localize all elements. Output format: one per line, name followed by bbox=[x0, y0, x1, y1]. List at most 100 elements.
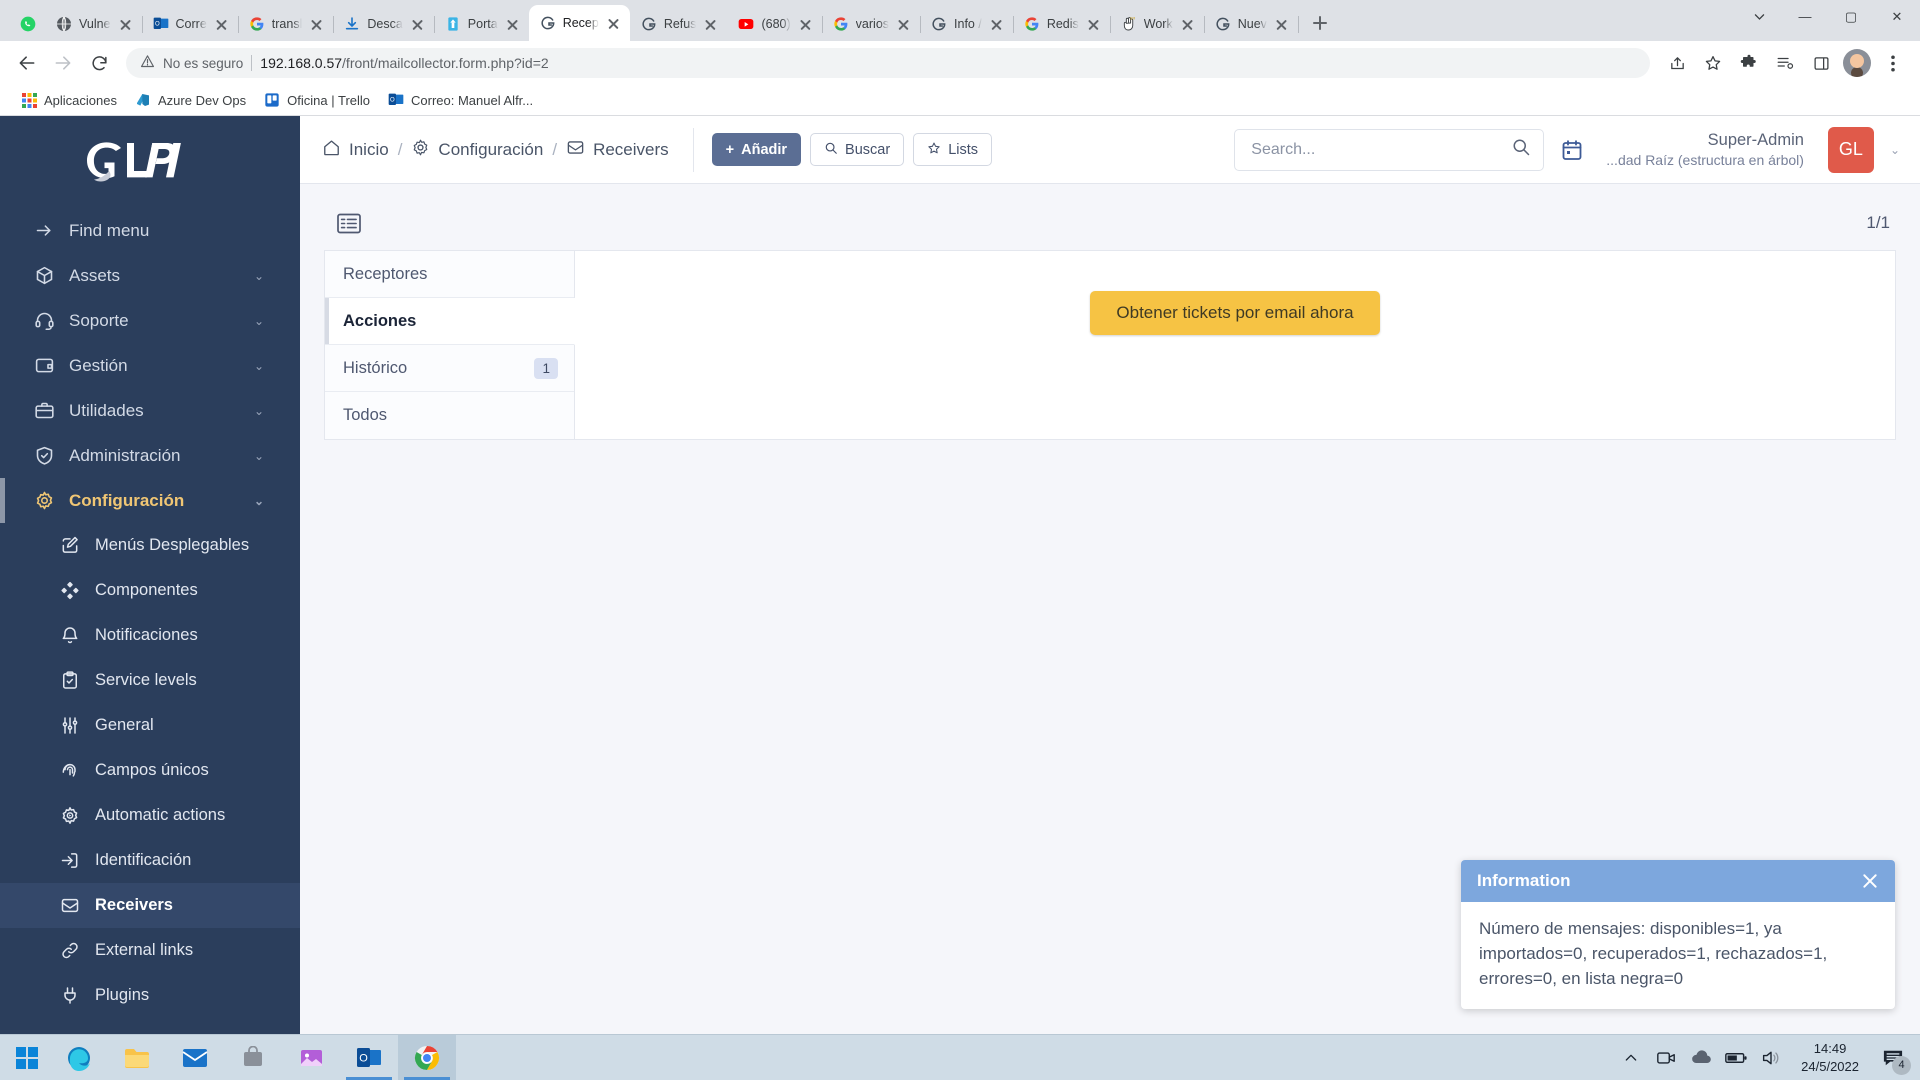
reload-button[interactable] bbox=[82, 46, 116, 80]
user-info[interactable]: Super-Admin ...dad Raíz (estructura en á… bbox=[1606, 130, 1804, 170]
lists-button[interactable]: Lists bbox=[913, 133, 993, 166]
chevron-down-icon[interactable]: ⌄ bbox=[254, 494, 264, 508]
sidebar-subitem-general[interactable]: General bbox=[0, 703, 300, 748]
browser-tab[interactable]: varios bbox=[822, 7, 922, 41]
bookmark-item[interactable]: Oficina | Trello bbox=[255, 89, 379, 111]
close-icon[interactable] bbox=[606, 16, 621, 31]
sidebar-subitem-identificación[interactable]: Identificación bbox=[0, 838, 300, 883]
close-icon[interactable] bbox=[118, 17, 133, 32]
sidebar-item-soporte[interactable]: Soporte ⌄ bbox=[0, 298, 300, 343]
sidebar-subitem-automatic-actions[interactable]: Automatic actions bbox=[0, 793, 300, 838]
taskbar-app-chrome-icon[interactable] bbox=[398, 1035, 456, 1080]
maximize-button[interactable]: ▢ bbox=[1828, 0, 1874, 33]
sidebar-subitem-componentes[interactable]: Componentes bbox=[0, 568, 300, 613]
tab-search-button[interactable] bbox=[1736, 0, 1782, 33]
taskbar-app-outlook-icon[interactable]: O bbox=[340, 1035, 398, 1080]
side-panel-icon[interactable] bbox=[1804, 46, 1838, 80]
sidebar-subitem-campos-únicos[interactable]: Campos únicos bbox=[0, 748, 300, 793]
taskbar-app-mail-icon[interactable] bbox=[166, 1035, 224, 1080]
chevron-down-icon[interactable]: ⌄ bbox=[254, 359, 264, 373]
bookmark-item[interactable]: Aplicaciones bbox=[12, 89, 126, 111]
taskbar-app-store-icon[interactable] bbox=[224, 1035, 282, 1080]
camera-icon[interactable] bbox=[1655, 1047, 1677, 1069]
browser-tab[interactable]: Nuev bbox=[1204, 7, 1299, 41]
sidebar-subitem-external-links[interactable]: External links bbox=[0, 928, 300, 973]
browser-tab[interactable]: Desca bbox=[333, 7, 435, 41]
forward-button[interactable] bbox=[46, 46, 80, 80]
breadcrumb-item-receivers[interactable]: Receivers bbox=[566, 138, 669, 162]
address-bar[interactable]: No es seguro 192.168.0.57/front/mailcoll… bbox=[126, 48, 1650, 78]
browser-tab[interactable]: Refus bbox=[630, 7, 728, 41]
list-view-icon[interactable] bbox=[334, 210, 364, 236]
sidebar-item-administración[interactable]: Administración ⌄ bbox=[0, 433, 300, 478]
browser-tab[interactable]: (680) bbox=[727, 7, 823, 41]
browser-tab[interactable]: Vulne bbox=[45, 7, 143, 41]
sidebar-subitem-service-levels[interactable]: Service levels bbox=[0, 658, 300, 703]
taskbar-clock[interactable]: 14:49 24/5/2022 bbox=[1801, 1040, 1859, 1075]
bookmark-star-icon[interactable] bbox=[1696, 46, 1730, 80]
taskbar-app-file-explorer-icon[interactable] bbox=[108, 1035, 166, 1080]
tab-receptores[interactable]: Receptores bbox=[325, 251, 574, 298]
sidebar-item-configuración[interactable]: Configuración ⌄ bbox=[0, 478, 300, 523]
back-button[interactable] bbox=[10, 46, 44, 80]
chevron-down-icon[interactable]: ⌄ bbox=[1890, 143, 1900, 157]
bookmark-item[interactable]: O Correo: Manuel Alfr... bbox=[379, 89, 542, 111]
chevron-down-icon[interactable]: ⌄ bbox=[254, 269, 264, 283]
battery-icon[interactable] bbox=[1725, 1047, 1747, 1069]
user-avatar[interactable]: GL bbox=[1827, 126, 1874, 173]
volume-icon[interactable] bbox=[1760, 1047, 1782, 1069]
close-icon[interactable] bbox=[703, 17, 718, 32]
tab-histórico[interactable]: Histórico 1 bbox=[325, 345, 574, 392]
breadcrumb-item-inicio[interactable]: Inicio bbox=[322, 138, 389, 162]
close-icon[interactable] bbox=[214, 17, 229, 32]
breadcrumb-item-configuracion[interactable]: Configuración bbox=[411, 138, 543, 162]
sidebar-subitem-plugins[interactable]: Plugins bbox=[0, 973, 300, 1018]
profile-avatar[interactable] bbox=[1840, 46, 1874, 80]
taskbar-app-photos-icon[interactable] bbox=[282, 1035, 340, 1080]
chevron-down-icon[interactable]: ⌄ bbox=[254, 404, 264, 418]
browser-tab[interactable] bbox=[6, 7, 45, 41]
close-icon[interactable] bbox=[1274, 17, 1289, 32]
chrome-menu-button[interactable] bbox=[1876, 46, 1910, 80]
sidebar-subitem-notificaciones[interactable]: Notificaciones bbox=[0, 613, 300, 658]
sidebar-item-utilidades[interactable]: Utilidades ⌄ bbox=[0, 388, 300, 433]
chevron-up-icon[interactable] bbox=[1620, 1047, 1642, 1069]
close-icon[interactable] bbox=[1180, 17, 1195, 32]
close-window-button[interactable]: ✕ bbox=[1874, 0, 1920, 33]
add-button[interactable]: + Añadir bbox=[711, 133, 802, 166]
close-icon[interactable] bbox=[505, 17, 520, 32]
close-icon[interactable] bbox=[309, 17, 324, 32]
glpi-logo[interactable] bbox=[0, 116, 300, 208]
calendar-icon[interactable] bbox=[1558, 136, 1586, 164]
close-icon[interactable] bbox=[1086, 17, 1101, 32]
bookmark-item[interactable]: Azure Dev Ops bbox=[126, 89, 255, 111]
minimize-button[interactable]: — bbox=[1782, 0, 1828, 33]
notification-icon[interactable]: 4 bbox=[1878, 1043, 1911, 1075]
browser-tab[interactable]: transl bbox=[238, 7, 335, 41]
windows-start-icon[interactable] bbox=[4, 1035, 50, 1080]
search-button[interactable]: Buscar bbox=[810, 133, 905, 166]
new-tab-button[interactable] bbox=[1305, 8, 1335, 38]
browser-tab[interactable]: Info / bbox=[920, 7, 1014, 41]
close-icon[interactable] bbox=[1859, 870, 1881, 892]
search-input[interactable]: Search... bbox=[1234, 128, 1545, 171]
browser-tab-active[interactable]: Recep bbox=[528, 5, 630, 41]
browser-tab[interactable]: SR Work bbox=[1110, 7, 1205, 41]
close-icon[interactable] bbox=[989, 17, 1004, 32]
sidebar-subitem-menús-desplegables[interactable]: Menús Desplegables bbox=[0, 523, 300, 568]
search-icon[interactable] bbox=[1511, 137, 1531, 162]
sidebar-subitem-receivers[interactable]: Receivers bbox=[0, 883, 300, 928]
sidebar-item-assets[interactable]: Assets ⌄ bbox=[0, 253, 300, 298]
browser-tab[interactable]: Porta bbox=[434, 7, 530, 41]
tab-todos[interactable]: Todos bbox=[325, 392, 574, 439]
chevron-down-icon[interactable]: ⌄ bbox=[254, 449, 264, 463]
close-icon[interactable] bbox=[896, 17, 911, 32]
onedrive-icon[interactable] bbox=[1690, 1047, 1712, 1069]
taskbar-app-edge-icon[interactable] bbox=[50, 1035, 108, 1080]
chevron-down-icon[interactable]: ⌄ bbox=[254, 314, 264, 328]
tab-acciones[interactable]: Acciones bbox=[325, 298, 575, 345]
browser-tab[interactable]: Redis bbox=[1013, 7, 1111, 41]
sidebar-item-find-menu[interactable]: Find menu bbox=[0, 208, 300, 253]
extensions-icon[interactable] bbox=[1732, 46, 1766, 80]
close-icon[interactable] bbox=[798, 17, 813, 32]
